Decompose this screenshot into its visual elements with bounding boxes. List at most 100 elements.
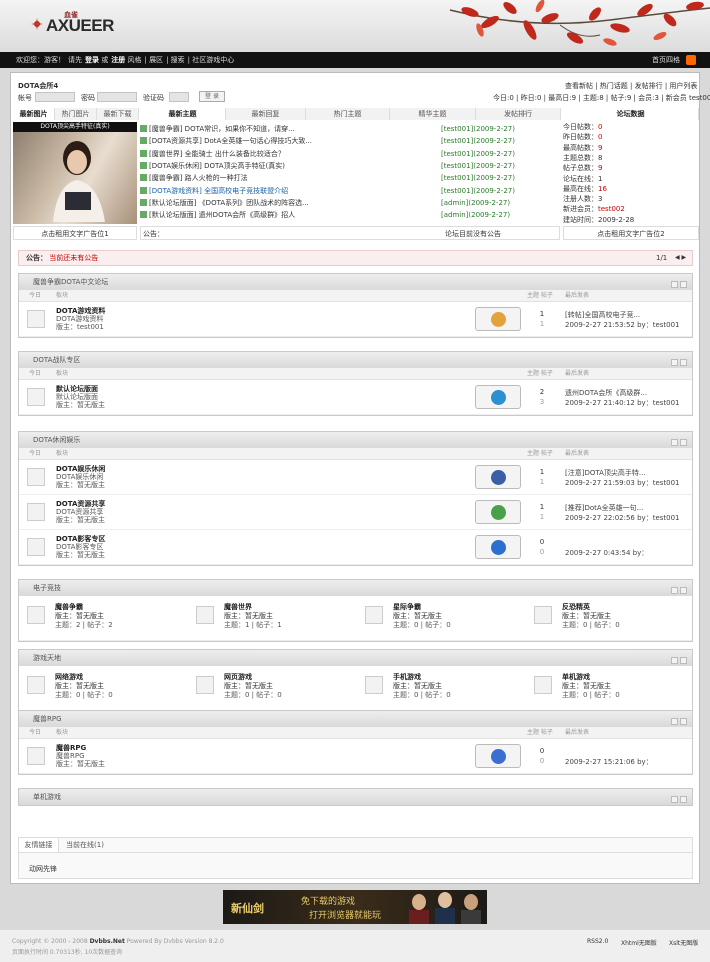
section-title[interactable]: 电子竞技 <box>33 584 61 592</box>
topic-user[interactable]: [test001](2009-2-27) <box>441 185 515 197</box>
tab-post-ranking[interactable]: 发帖排行 <box>476 108 561 120</box>
tab-friend-links[interactable]: 友情链接 <box>19 838 59 852</box>
footer-xhtml-link[interactable]: Xhtml无图版 <box>621 938 657 947</box>
password-input[interactable] <box>97 92 137 102</box>
close-icon[interactable] <box>680 439 687 446</box>
topic-user[interactable]: [admin](2009-2-27) <box>441 209 510 221</box>
collapse-icon[interactable] <box>671 359 678 366</box>
board-last-title[interactable]: 遗州DOTA会所《高级群... <box>565 388 647 398</box>
tab-essence-topics[interactable]: 精华主题 <box>390 108 476 120</box>
top-links[interactable]: 查看新帖 | 热门话题 | 发帖排行 | 用户列表 <box>565 81 697 91</box>
topic-title[interactable]: [DOTA资源共享] DotA全英雄一句话心得技巧大致... <box>149 137 312 145</box>
board-logo-icon[interactable] <box>475 385 521 409</box>
topic-user-name[interactable]: [admin] <box>441 211 468 219</box>
collapse-icon[interactable] <box>671 718 678 725</box>
tab-latest-downloads[interactable]: 最新下载 <box>97 108 139 120</box>
close-icon[interactable] <box>680 587 687 594</box>
topic-user[interactable]: [test001](2009-2-27) <box>441 135 515 147</box>
board-logo-icon[interactable] <box>475 307 521 331</box>
topic-user-name[interactable]: [test001] <box>441 125 473 133</box>
topic-row[interactable]: [魔兽争霸] DOTA常识，如果你不知道，请穿... <box>140 123 430 135</box>
close-icon[interactable] <box>680 281 687 288</box>
tab-latest-replies[interactable]: 最新回复 <box>226 108 306 120</box>
topic-title[interactable]: [魔兽争霸] 路人火枪的一种打法 <box>149 174 248 182</box>
account-input[interactable] <box>35 92 75 102</box>
topic-row[interactable]: [DOTA资源共享] DotA全英雄一句话心得技巧大致... <box>140 135 430 147</box>
footer-xslt-link[interactable]: Xslt无图版 <box>669 938 698 947</box>
topic-user[interactable]: [admin](2009-2-27) <box>441 197 510 209</box>
section-title[interactable]: 游戏天地 <box>33 654 61 662</box>
section-header[interactable]: 单机游戏 <box>19 789 692 805</box>
topic-row[interactable]: [默认论坛版面] 《DOTA系列》团队战术的阵容选... <box>140 197 430 209</box>
topic-title[interactable]: [魔兽争霸] DOTA常识，如果你不知道，请穿... <box>149 125 295 133</box>
topic-row[interactable]: [魔兽争霸] 路人火枪的一种打法 <box>140 172 430 184</box>
topic-title[interactable]: [魔兽世界] 全能骑士 出什么装备比较适合？ <box>149 150 285 158</box>
section-header[interactable]: 电子竞技 <box>19 580 692 596</box>
tab-hot-topics[interactable]: 热门主题 <box>306 108 390 120</box>
collapse-icon[interactable] <box>671 657 678 664</box>
topic-user[interactable]: [test001](2009-2-27) <box>441 160 515 172</box>
topic-user[interactable]: [test001](2009-2-27) <box>441 123 515 135</box>
topic-user-name[interactable]: [test001] <box>441 174 473 182</box>
friend-link-item[interactable]: 动网先锋 <box>29 864 57 874</box>
site-logo[interactable]: AXUEER <box>46 16 114 36</box>
collapse-icon[interactable] <box>671 281 678 288</box>
close-icon[interactable] <box>680 718 687 725</box>
topic-row[interactable]: [DOTA游戏资料] 全国高校电子竞技联盟介绍 <box>140 185 430 197</box>
board-last-title[interactable]: [推荐]DotA全英雄一句... <box>565 503 643 513</box>
collapse-icon[interactable] <box>671 796 678 803</box>
captcha-input[interactable] <box>169 92 189 102</box>
section-header[interactable]: DOTA休闲娱乐 <box>19 432 692 448</box>
board-last-title[interactable]: [转帖]全国高校电子竞... <box>565 310 640 320</box>
section-title[interactable]: DOTA战队专区 <box>33 356 80 364</box>
topic-title[interactable]: [DOTA游戏资料] 全国高校电子竞技联盟介绍 <box>149 187 288 195</box>
section-title[interactable]: 魔兽争霸DOTA中文论坛 <box>33 278 108 286</box>
section-header[interactable]: 魔兽RPG <box>19 711 692 727</box>
nav-item-showroom[interactable]: 展区 <box>149 56 163 64</box>
section-title[interactable]: DOTA休闲娱乐 <box>33 436 80 444</box>
nav-item-game-center[interactable]: 社区游戏中心 <box>192 56 234 64</box>
section-header[interactable]: 魔兽争霸DOTA中文论坛 <box>19 274 692 290</box>
topic-title[interactable]: [默认论坛版面] 遗州DOTA会所《高级群》招人 <box>149 211 295 219</box>
topic-user-name[interactable]: [test001] <box>441 187 473 195</box>
text-ad-slot-1[interactable]: 点击租用文字广告位1 <box>13 226 137 240</box>
topic-title[interactable]: [DOTA娱乐休闲] DOTA顶尖高手特征(真实) <box>149 162 285 170</box>
board-logo-icon[interactable] <box>475 465 521 489</box>
collapse-icon[interactable] <box>671 439 678 446</box>
nav-item-search[interactable]: 搜索 <box>171 56 185 64</box>
section-title[interactable]: 单机游戏 <box>33 793 61 801</box>
section-header[interactable]: 游戏天地 <box>19 650 692 666</box>
notice-arrows-icon[interactable]: ◀ ▶ <box>675 251 686 265</box>
section-title[interactable]: 魔兽RPG <box>33 715 62 723</box>
topic-user-name[interactable]: [test001] <box>441 137 473 145</box>
game-ad-banner[interactable]: 新仙剑 免下载的游戏 打开浏览器就能玩 <box>223 890 487 924</box>
tab-hot-images[interactable]: 热门图片 <box>55 108 97 120</box>
board-logo-icon[interactable] <box>475 500 521 524</box>
topic-row[interactable]: [魔兽世界] 全能骑士 出什么装备比较适合？ <box>140 148 430 160</box>
featured-photo[interactable]: DOTA顶尖高手特征(真实) <box>13 122 137 224</box>
text-ad-slot-2[interactable]: 点击租用文字广告位2 <box>563 226 699 240</box>
rss-icon[interactable] <box>686 55 696 65</box>
footer-brand[interactable]: Dvbbs.Net <box>90 938 125 945</box>
newest-member-link[interactable]: test002 <box>689 94 710 102</box>
tab-latest-topics[interactable]: 最新主题 <box>140 108 226 120</box>
topic-user[interactable]: [test001](2009-2-27) <box>441 148 515 160</box>
topic-user-name[interactable]: [test001] <box>441 162 473 170</box>
topic-row[interactable]: [默认论坛版面] 遗州DOTA会所《高级群》招人 <box>140 209 430 221</box>
close-icon[interactable] <box>680 657 687 664</box>
close-icon[interactable] <box>680 359 687 366</box>
nav-item-style[interactable]: 风格 <box>127 56 141 64</box>
nav-right-link[interactable]: 首页四格 <box>652 52 680 68</box>
footer-rss-link[interactable]: RSS2.0 <box>587 938 608 945</box>
register-link[interactable]: 注册 <box>111 56 125 64</box>
login-submit-button[interactable]: 登 录 <box>199 91 225 102</box>
topic-title[interactable]: [默认论坛版面] 《DOTA系列》团队战术的阵容选... <box>149 199 309 207</box>
tab-online-users[interactable]: 当前在线(1) <box>59 838 111 852</box>
topic-user[interactable]: [test001](2009-2-27) <box>441 172 515 184</box>
section-header[interactable]: DOTA战队专区 <box>19 352 692 368</box>
topic-row[interactable]: [DOTA娱乐休闲] DOTA顶尖高手特征(真实) <box>140 160 430 172</box>
topic-user-name[interactable]: [admin] <box>441 199 468 207</box>
close-icon[interactable] <box>680 796 687 803</box>
board-logo-icon[interactable] <box>475 535 521 559</box>
board-logo-icon[interactable] <box>475 744 521 768</box>
